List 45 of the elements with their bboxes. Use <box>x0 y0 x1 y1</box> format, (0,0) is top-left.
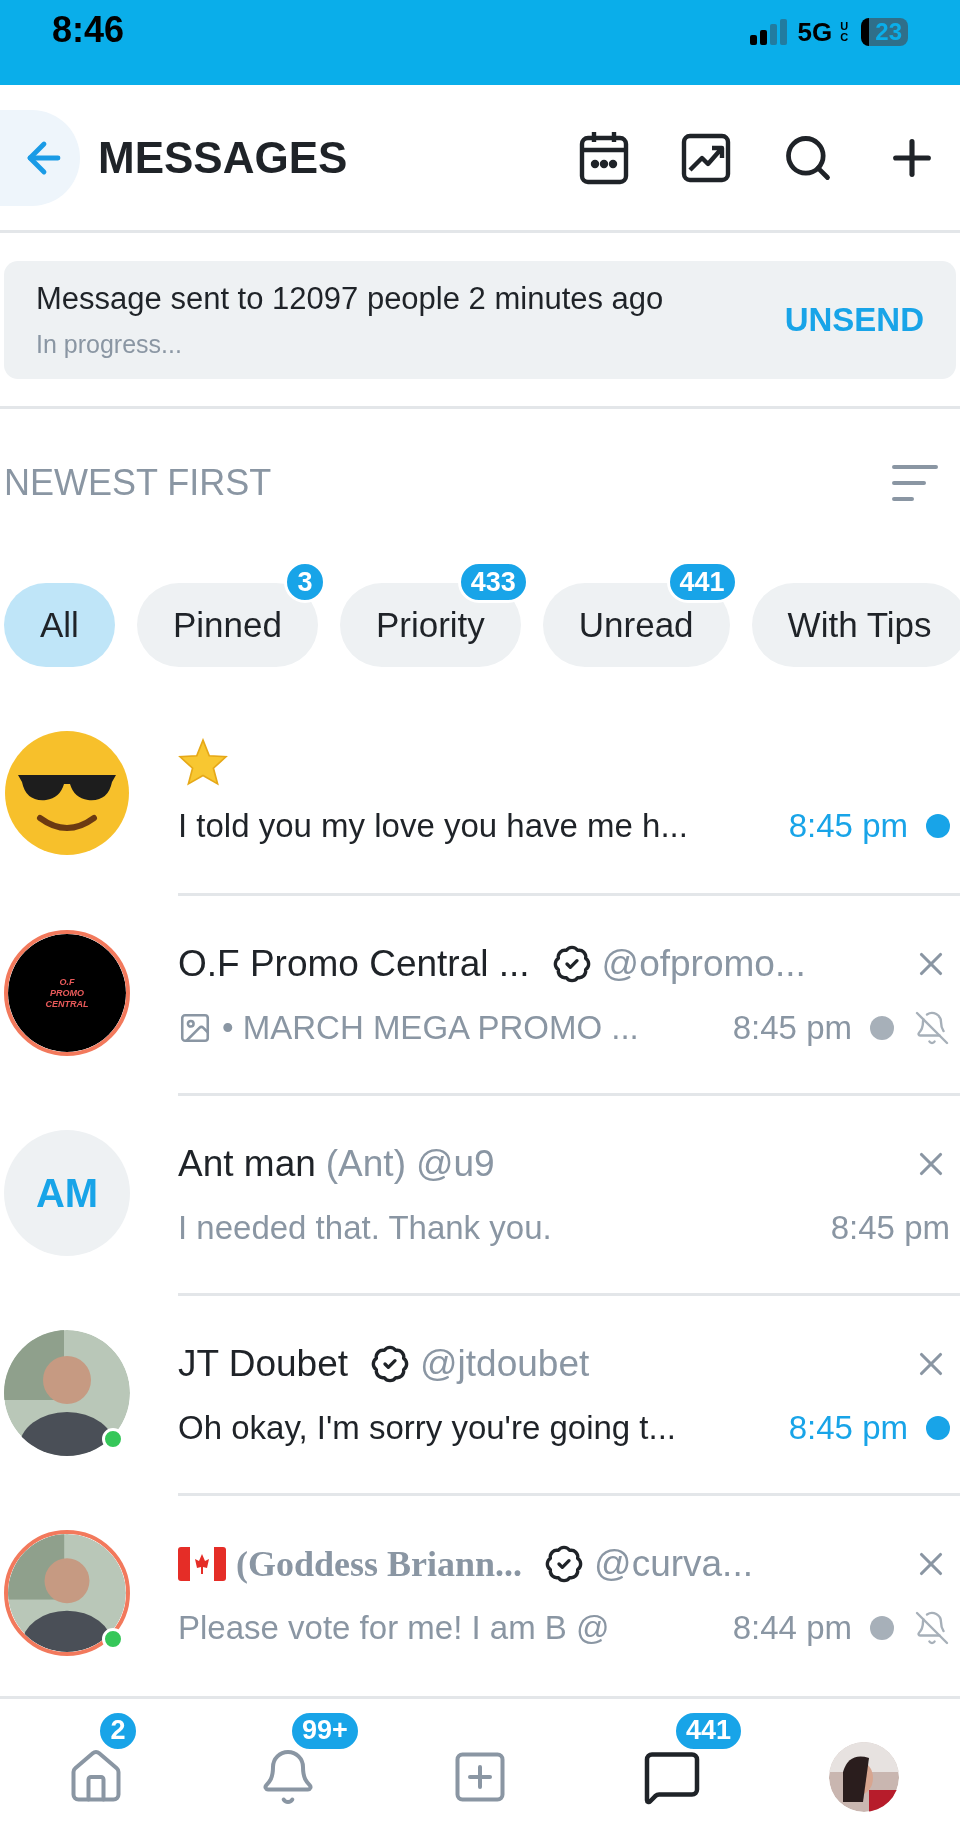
message-time: 8:45 pm <box>830 1207 950 1248</box>
contact-nickname: (Ant) <box>325 1141 406 1186</box>
contact-name: JT Doubet <box>178 1341 349 1386</box>
sort-button[interactable] <box>890 463 940 503</box>
battery-icon: 23 <box>861 18 908 46</box>
count-badge: 3 <box>283 561 326 603</box>
logo-text: O.F PROMO CENTRAL <box>44 976 90 1010</box>
message-time: 8:45 pm <box>732 1007 852 1048</box>
contact-name: Ant man <box>178 1141 316 1186</box>
back-button[interactable] <box>0 109 80 206</box>
statistics-button[interactable] <box>680 131 732 184</box>
filter-chip[interactable]: All <box>4 583 115 667</box>
message-time: 8:45 pm <box>788 1407 908 1448</box>
message-preview: I told you my love you have me h... <box>178 806 688 846</box>
count-badge: 441 <box>666 561 738 603</box>
conversation-row[interactable]: I told you my love you have me h... 8:45 pm <box>0 693 960 893</box>
page-title: MESSAGES <box>98 131 348 184</box>
filter-chip[interactable]: With Tips <box>751 583 960 667</box>
conversation-row[interactable]: O.F PROMO CENTRAL O.F Promo Central ... @ofpromo... • MARCH MEGA PROMO ... 8:45 pm <box>0 893 960 1093</box>
contact-handle: @u9 <box>416 1141 495 1186</box>
contact-name: O.F Promo Central ... <box>178 941 530 986</box>
avatar-initials: AM <box>4 1130 130 1256</box>
avatar-ring[interactable]: O.F PROMO CENTRAL <box>4 930 130 1056</box>
message-time: 8:44 pm <box>732 1607 852 1648</box>
contact-handle: @curva... <box>594 1541 753 1586</box>
clock: 8:46 <box>52 12 125 48</box>
contact-handle: @jtdoubet <box>420 1341 590 1386</box>
network-suffix: UC <box>840 21 850 43</box>
sunglasses-emoji-icon <box>4 730 130 856</box>
banner-text: Message sent to 12097 people 2 minutes ago <box>36 279 664 318</box>
message-preview: I needed that. Thank you. <box>178 1207 552 1248</box>
network-label: 5G <box>797 19 833 45</box>
contact-handle: @ofpromo... <box>601 941 806 986</box>
message-time: 8:45 pm <box>788 806 908 846</box>
message-preview: Please vote for me! I am B @ <box>178 1607 610 1648</box>
count-badge: 433 <box>457 561 529 603</box>
signal-icon <box>749 19 790 45</box>
contact-nickname: (Goddess Briann... <box>236 1542 523 1586</box>
sort-label: NEWEST FIRST <box>4 461 272 505</box>
conversation-row[interactable]: JT Doubet @jtdoubet Oh okay, I'm sorry you're going t... 8:45 pm <box>0 1293 960 1493</box>
conversation-row[interactable]: AM Ant man (Ant) @u9 I needed that. Thank you. 8:45 pm <box>0 1093 960 1293</box>
message-preview: • MARCH MEGA PROMO ... <box>222 1007 639 1048</box>
banner-status: In progress... <box>36 329 183 360</box>
calendar-button[interactable] <box>578 129 630 186</box>
message-preview: Oh okay, I'm sorry you're going t... <box>178 1407 676 1448</box>
